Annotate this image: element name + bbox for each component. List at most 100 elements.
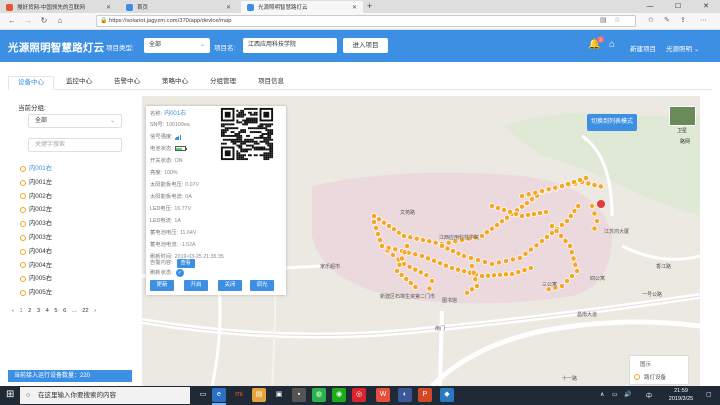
share-icon[interactable]: ⇪ bbox=[680, 16, 686, 24]
user-menu[interactable]: 光源照明 ⌄ bbox=[666, 43, 699, 53]
satellite-thumbnail[interactable] bbox=[669, 106, 696, 126]
lamp-marker[interactable] bbox=[406, 263, 413, 270]
page-item[interactable]: 22 bbox=[82, 308, 88, 314]
lamp-marker[interactable] bbox=[482, 259, 488, 265]
lamp-marker[interactable] bbox=[509, 271, 515, 277]
mi-app-icon[interactable]: mi bbox=[232, 388, 246, 402]
project-type-select[interactable]: 全部 ⌄ bbox=[144, 38, 210, 53]
device-list-item[interactable]: 内003左 bbox=[20, 231, 120, 245]
lamp-marker[interactable] bbox=[503, 271, 509, 278]
lamp-marker[interactable] bbox=[521, 267, 528, 273]
lamp-marker[interactable] bbox=[426, 238, 433, 245]
page-item[interactable]: 3 bbox=[37, 308, 40, 314]
app-icon-blue[interactable]: ◆ bbox=[440, 388, 454, 402]
lamp-marker[interactable] bbox=[529, 196, 535, 203]
lamp-marker[interactable] bbox=[558, 233, 564, 239]
lamp-marker[interactable] bbox=[479, 273, 485, 279]
store-icon[interactable]: ▣ bbox=[272, 388, 286, 402]
lamp-marker[interactable] bbox=[568, 249, 575, 256]
lamp-marker[interactable] bbox=[429, 278, 435, 284]
tab-group-management[interactable]: 分组管理 bbox=[200, 76, 246, 90]
refresh-icon[interactable]: ↻ bbox=[38, 15, 50, 27]
lamp-marker[interactable] bbox=[513, 211, 519, 217]
lamp-marker[interactable] bbox=[489, 225, 495, 232]
close-tab-icon[interactable]: ✕ bbox=[221, 4, 231, 11]
tray-expand-icon[interactable]: ∧ bbox=[600, 391, 604, 398]
lamp-marker[interactable] bbox=[544, 234, 550, 240]
tab-project-info[interactable]: 项目信息 bbox=[248, 76, 294, 90]
lamp-marker[interactable] bbox=[437, 260, 443, 267]
minimize-button[interactable]: — bbox=[636, 0, 664, 13]
lamp-marker[interactable] bbox=[431, 257, 437, 264]
lamp-marker[interactable] bbox=[420, 237, 426, 243]
device-list-item[interactable]: 内005左 bbox=[20, 286, 120, 300]
favorites-hub-icon[interactable]: ✩ bbox=[648, 16, 654, 24]
selected-lamp-marker[interactable] bbox=[597, 200, 605, 208]
lamp-marker[interactable] bbox=[403, 276, 410, 282]
lamp-marker[interactable] bbox=[559, 283, 565, 289]
turn-on-button[interactable]: 开启 bbox=[184, 280, 208, 291]
network-icon[interactable]: ▭ bbox=[612, 391, 618, 398]
lamp-marker[interactable] bbox=[455, 266, 461, 273]
forward-icon[interactable]: → bbox=[22, 15, 34, 27]
lamp-marker[interactable] bbox=[390, 252, 396, 258]
edge-browser-icon[interactable]: e bbox=[212, 388, 226, 402]
tab-monitor-center[interactable]: 监控中心 bbox=[56, 76, 102, 90]
maximize-button[interactable]: ☐ bbox=[664, 0, 692, 13]
lamp-marker[interactable] bbox=[413, 235, 420, 242]
lamp-marker[interactable] bbox=[468, 255, 474, 261]
lamp-marker[interactable] bbox=[470, 269, 477, 276]
lamp-marker[interactable] bbox=[552, 184, 559, 191]
lamp-marker[interactable] bbox=[577, 177, 583, 183]
lamp-marker[interactable] bbox=[533, 242, 540, 249]
lamp-marker[interactable] bbox=[519, 193, 525, 199]
lamp-marker[interactable] bbox=[379, 243, 385, 249]
lamp-marker[interactable] bbox=[484, 229, 490, 236]
group-select[interactable]: 全部 ⌄ bbox=[28, 114, 122, 128]
device-list-item[interactable]: 内001右 bbox=[20, 162, 120, 176]
close-tab-icon[interactable]: ✕ bbox=[347, 4, 357, 11]
device-list-item[interactable]: 内004左 bbox=[20, 259, 120, 273]
lamp-marker[interactable] bbox=[371, 213, 377, 219]
lamp-marker[interactable] bbox=[524, 200, 530, 206]
tab-alarm-center[interactable]: 告警中心 bbox=[104, 76, 150, 90]
browser-tab-2[interactable]: 首页 ✕ bbox=[120, 1, 237, 13]
lamp-marker[interactable] bbox=[574, 268, 580, 274]
lamp-marker[interactable] bbox=[386, 223, 392, 229]
lamp-marker[interactable] bbox=[439, 243, 445, 249]
lamp-marker[interactable] bbox=[485, 272, 491, 279]
lamp-marker[interactable] bbox=[537, 210, 543, 216]
lamp-marker[interactable] bbox=[407, 280, 414, 286]
lamp-marker[interactable] bbox=[564, 218, 570, 224]
satellite-label[interactable]: 卫星 bbox=[677, 127, 687, 134]
volume-icon[interactable]: 🔊 bbox=[624, 391, 631, 398]
lamp-marker[interactable] bbox=[464, 289, 470, 296]
favorite-star-icon[interactable]: ☆ bbox=[614, 16, 620, 24]
device-list-item[interactable]: 内005右 bbox=[20, 272, 120, 286]
lamp-marker[interactable] bbox=[499, 218, 505, 225]
roadnet-label[interactable]: 路网 bbox=[680, 138, 690, 145]
lamp-marker[interactable] bbox=[545, 186, 552, 193]
lamp-marker[interactable] bbox=[373, 225, 379, 231]
new-tab-button[interactable]: + bbox=[367, 1, 372, 12]
notes-icon[interactable]: ✎ bbox=[664, 16, 670, 24]
lamp-marker[interactable] bbox=[497, 271, 503, 278]
task-view-icon[interactable]: ▭ bbox=[196, 388, 210, 402]
page-item[interactable]: 6 bbox=[63, 308, 66, 314]
browser-tab-3[interactable]: 光源照明智慧路灯云 ✕ bbox=[241, 1, 363, 13]
lamp-marker[interactable] bbox=[376, 216, 382, 223]
lamp-marker[interactable] bbox=[494, 222, 500, 228]
lamp-marker[interactable] bbox=[469, 263, 475, 269]
lamp-marker[interactable] bbox=[489, 203, 495, 209]
netease-music-icon[interactable]: ◎ bbox=[352, 388, 366, 402]
device-list-item[interactable]: 内004右 bbox=[20, 245, 120, 259]
device-list-item[interactable]: 内002左 bbox=[20, 203, 120, 217]
lamp-marker[interactable] bbox=[407, 234, 414, 241]
taskbar-search-input[interactable]: ○ 在这里输入你要搜索的内容 bbox=[20, 387, 190, 404]
lamp-marker[interactable] bbox=[525, 212, 531, 218]
lamp-marker[interactable] bbox=[391, 226, 397, 233]
lamp-marker[interactable] bbox=[567, 213, 574, 219]
page-item[interactable]: 4 bbox=[46, 308, 49, 314]
lamp-marker[interactable] bbox=[539, 188, 545, 194]
lamp-marker[interactable] bbox=[597, 183, 604, 190]
